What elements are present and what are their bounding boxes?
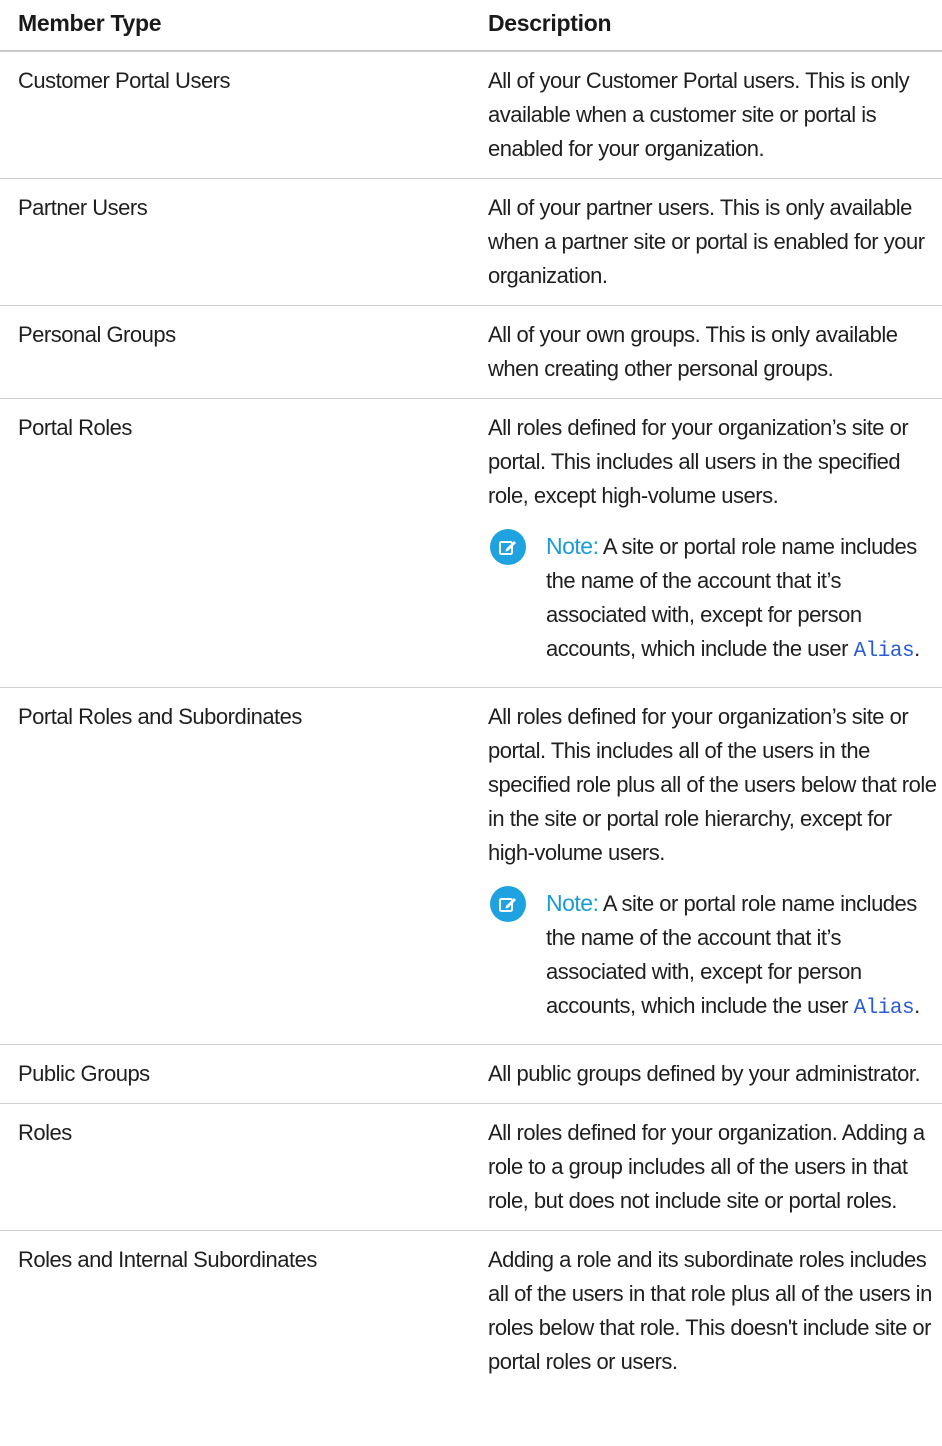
description-cell: All roles defined for your organization’… [470,398,942,688]
table-header-row: Member Type Description [0,0,942,52]
member-type-cell: Customer Portal Users [0,51,470,179]
member-type-cell: Portal Roles [0,398,470,688]
note-label: Note: [546,533,599,559]
member-type-cell: Partner Users [0,178,470,306]
table-row: Partner Users All of your partner users.… [0,178,942,306]
note-callout: Note: A site or portal role name include… [488,886,940,1026]
description-text: All roles defined for your organization’… [488,704,937,865]
member-type-cell: Roles and Internal Subordinates [18,1247,317,1272]
note-body: Note: A site or portal role name include… [546,886,940,1026]
note-label: Note: [546,890,599,916]
description-header: Description [470,0,942,52]
note-callout: Note: A site or portal role name include… [488,529,940,669]
description-cell: All public groups defined by your admini… [470,1044,942,1104]
table-row: Portal Roles and Subordinates All roles … [0,687,942,1045]
alias-field-link[interactable]: Alias [854,997,915,1020]
note-end: . [914,636,920,661]
member-type-cell: Personal Groups [0,305,470,399]
table-row: Roles All roles defined for your organiz… [0,1103,942,1231]
edit-note-icon [490,529,526,565]
member-type-table: Member Type Description Customer Portal … [0,0,942,1391]
description-cell: All of your partner users. This is only … [470,178,942,306]
description-cell: Adding a role and its subordinate roles … [488,1247,932,1374]
table-row: Public Groups All public groups defined … [0,1044,942,1104]
member-type-document: Member Type Description Customer Portal … [0,0,942,1446]
table-row: Personal Groups All of your own groups. … [0,305,942,399]
description-cell: All of your Customer Portal users. This … [470,51,942,179]
table-row: Portal Roles All roles defined for your … [0,398,942,688]
member-type-cell: Portal Roles and Subordinates [0,687,470,1045]
description-cell: All of your own groups. This is only ava… [470,305,942,399]
description-text: All roles defined for your organization’… [488,415,909,508]
member-type-header: Member Type [0,0,470,52]
description-cell: All roles defined for your organization.… [470,1103,942,1231]
note-end: . [914,993,920,1018]
note-body: Note: A site or portal role name include… [546,529,940,669]
member-type-cell: Public Groups [0,1044,470,1104]
alias-field-link[interactable]: Alias [854,640,915,663]
edit-note-icon [490,886,526,922]
table-row: Customer Portal Users All of your Custom… [0,51,942,179]
description-cell: All roles defined for your organization’… [470,687,942,1045]
table-row: Roles and Internal Subordinates Adding a… [0,1231,942,1392]
member-type-cell: Roles [0,1103,470,1231]
